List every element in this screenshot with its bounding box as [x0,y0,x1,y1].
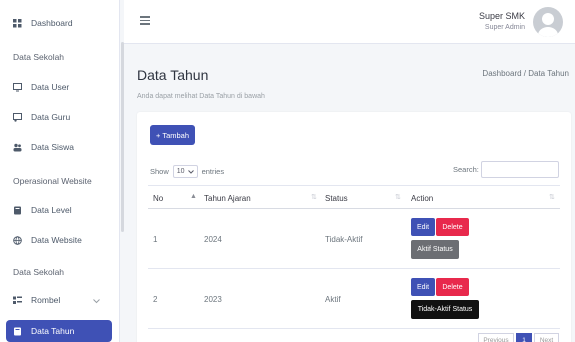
list-icon [13,296,22,305]
show-label: Show [150,167,169,176]
column-header-action[interactable]: Action [411,194,433,203]
sidebar-item-data-level[interactable]: Data Level [0,199,112,221]
sidebar-item-data-website[interactable]: Data Website [0,229,112,251]
breadcrumb[interactable]: Dashboard / Data Tahun [482,69,569,78]
sidebar-item-data-user[interactable]: Data User [0,76,112,98]
pagination-page-1[interactable]: 1 [516,333,532,342]
sidebar-item-label: Data Level [31,205,72,215]
entries-select[interactable]: 10 [172,165,198,178]
sidebar: Dashboard Data Sekolah Data User Data Gu… [0,0,120,342]
edit-button[interactable]: Edit [411,278,435,296]
page-subtitle: Anda dapat melihat Data Tahun di bawah [137,93,265,100]
sidebar-section-heading: Data Sekolah [13,267,65,277]
sidebar-item-data-tahun[interactable]: Data Tahun [6,320,112,342]
sidebar-item-label: Data Siswa [31,142,74,152]
sidebar-item-dashboard[interactable]: Dashboard [0,12,112,34]
sort-icon: ⇅ [549,194,555,201]
column-header-status[interactable]: Status [325,194,348,203]
grid-icon [13,18,22,28]
sidebar-section-heading: Operasional Website [13,176,92,186]
search-label: Search: [453,165,479,174]
row-divider [148,328,560,329]
users-icon [13,143,22,152]
cell-tahun: 2023 [204,295,222,304]
user-role: Super Admin [484,24,525,31]
table-header-border [148,208,560,209]
entries-label: entries [201,167,225,176]
sidebar-item-label: Data User [31,82,70,92]
page-title: Data Tahun [137,67,209,83]
globe-icon [13,235,22,245]
cell-status: Tidak-Aktif [325,235,363,244]
sort-icon: ⇅ [395,194,401,201]
add-button[interactable]: + Tambah [150,125,195,145]
toggle-status-button[interactable]: Tidak-Aktif Status [411,300,479,319]
cell-status: Aktif [325,295,341,304]
sidebar-item-data-guru[interactable]: Data Guru [0,106,112,128]
data-card [137,112,571,342]
sort-asc-icon: ▲ [190,193,197,200]
chevron-down-icon [93,296,100,306]
delete-button[interactable]: Delete [436,218,469,236]
entries-length-control: Show 10 entries [150,165,224,178]
hamburger-menu-icon[interactable] [140,16,150,26]
user-name[interactable]: Super SMK [479,11,525,21]
entries-select-value: 10 [176,168,185,175]
toggle-status-button[interactable]: Aktif Status [411,240,459,259]
monitor-icon [13,82,22,92]
pagination-next[interactable]: Next [534,333,559,342]
sidebar-item-label: Rombel [31,295,61,305]
sidebar-scrollbar[interactable] [121,42,124,232]
sidebar-item-label: Dashboard [31,18,73,28]
sidebar-item-label: Data Website [31,235,82,245]
search-input[interactable] [481,161,559,178]
sidebar-item-label: Data Guru [31,112,71,122]
sidebar-item-rombel[interactable]: Rombel [0,289,112,311]
edit-button[interactable]: Edit [411,218,435,236]
sidebar-item-data-siswa[interactable]: Data Siswa [0,136,112,158]
cell-tahun: 2024 [204,235,222,244]
topbar: Super SMK Super Admin [124,0,575,44]
chevron-down-icon [187,169,194,174]
avatar[interactable] [533,7,563,37]
column-header-tahun-ajaran[interactable]: Tahun Ajaran [204,194,251,203]
pagination-previous[interactable]: Previous [478,333,514,342]
delete-button[interactable]: Delete [436,278,469,296]
table-top-border [148,185,560,186]
cell-no: 1 [153,235,158,244]
column-header-no[interactable]: No [153,194,163,203]
sidebar-section-heading: Data Sekolah [13,52,65,62]
sort-icon: ⇅ [311,194,317,201]
row-divider [148,268,560,269]
cell-no: 2 [153,295,158,304]
book-icon [13,206,22,215]
sidebar-item-label: Data Tahun [31,326,75,336]
chalkboard-icon [13,112,22,122]
book-icon [13,327,22,336]
